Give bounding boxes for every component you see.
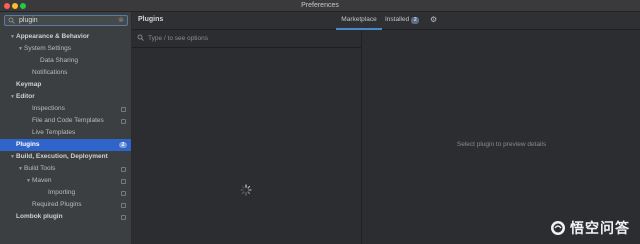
project-level-icon [121, 119, 126, 124]
tab-marketplace[interactable]: Marketplace [336, 16, 382, 30]
sidebar-item-label: Lombok plugin [16, 213, 63, 220]
sidebar-item-label: Keymap [16, 81, 42, 88]
sidebar-item-label: Maven [32, 177, 52, 184]
project-level-icon [121, 215, 126, 220]
detail-placeholder-text: Select plugin to preview details [456, 141, 547, 148]
sidebar-item-importing[interactable]: Importing [0, 187, 131, 199]
plugin-search-input[interactable]: Type / to see options [136, 34, 356, 44]
project-level-icon [121, 191, 126, 196]
sidebar-item-keymap[interactable]: Keymap [0, 79, 131, 91]
divider [132, 47, 362, 48]
plugin-detail-pane: Select plugin to preview details [363, 31, 640, 244]
sidebar-item-label: Live Templates [32, 129, 76, 136]
plugins-header: Plugins Marketplace Installed 2 ⚙ [132, 12, 640, 30]
sidebar-item-required-plugins[interactable]: Required Plugins [0, 199, 131, 211]
sidebar-item-label: Build, Execution, Deployment [16, 153, 108, 160]
sidebar-item-build-tools[interactable]: ▼Build Tools [0, 163, 131, 175]
watermark-text: 悟空问答 [570, 220, 630, 236]
sidebar-item-system-settings[interactable]: ▼System Settings [0, 43, 131, 55]
sidebar-item-file-and-code-templates[interactable]: File and Code Templates [0, 115, 131, 127]
sidebar-item-label: Plugins [16, 141, 40, 148]
sidebar-item-notifications[interactable]: Notifications [0, 67, 131, 79]
sidebar-item-label: Notifications [32, 69, 68, 76]
loading-spinner-icon [240, 184, 252, 196]
sidebar-item-label: Importing [48, 189, 76, 196]
watermark: 悟空问答 [550, 218, 630, 238]
sidebar-item-label: Required Plugins [32, 201, 82, 208]
sidebar-item-live-templates[interactable]: Live Templates [0, 127, 131, 139]
tab-installed[interactable]: Installed 2 [385, 16, 421, 30]
clear-search-icon[interactable]: ⊗ [118, 17, 124, 25]
search-icon [137, 34, 144, 43]
window-title: Preferences [301, 2, 339, 9]
wukong-logo-icon [551, 221, 565, 235]
sidebar-item-build-execution-deployment[interactable]: ▼Build, Execution, Deployment [0, 151, 131, 163]
sidebar-item-appearance-behavior[interactable]: ▼Appearance & Behavior [0, 31, 131, 43]
sidebar-item-data-sharing[interactable]: Data Sharing [0, 55, 131, 67]
page-title: Plugins [138, 16, 164, 23]
sidebar-item-plugins[interactable]: Plugins 2 [0, 139, 131, 151]
installed-count-badge: 2 [411, 17, 420, 24]
sidebar-item-label: Data Sharing [40, 57, 78, 64]
search-icon [8, 17, 15, 24]
project-level-icon [121, 179, 126, 184]
sidebar-item-maven[interactable]: ▼Maven [0, 175, 131, 187]
plugin-search-placeholder: Type / to see options [148, 35, 208, 42]
sidebar-item-label: File and Code Templates [32, 117, 104, 124]
sidebar-item-label: Editor [16, 93, 35, 100]
plugin-list-pane: Type / to see options [132, 31, 362, 244]
sidebar-item-label: System Settings [24, 45, 71, 52]
window-titlebar: Preferences [0, 0, 640, 12]
settings-search-value: plugin [19, 17, 38, 24]
sidebar-item-label: Build Tools [24, 165, 56, 172]
sidebar-item-label: Inspections [32, 105, 65, 112]
tab-installed-label: Installed [385, 16, 410, 23]
plugins-panel: Plugins Marketplace Installed 2 ⚙ Type / … [132, 12, 640, 244]
sidebar-item-editor[interactable]: ▼Editor [0, 91, 131, 103]
gear-icon[interactable]: ⚙ [430, 15, 437, 24]
sidebar-item-lombok-plugin[interactable]: Lombok plugin [0, 211, 131, 223]
plugins-count-badge: 2 [119, 142, 127, 148]
settings-search-field[interactable]: plugin ⊗ [4, 15, 128, 26]
project-level-icon [121, 203, 126, 208]
sidebar-item-label: Appearance & Behavior [16, 33, 90, 40]
project-level-icon [121, 107, 126, 112]
settings-sidebar: plugin ⊗ ▼Appearance & Behavior ▼System S… [0, 12, 132, 244]
tab-marketplace-label: Marketplace [341, 16, 377, 23]
project-level-icon [121, 167, 126, 172]
sidebar-item-inspections[interactable]: Inspections [0, 103, 131, 115]
